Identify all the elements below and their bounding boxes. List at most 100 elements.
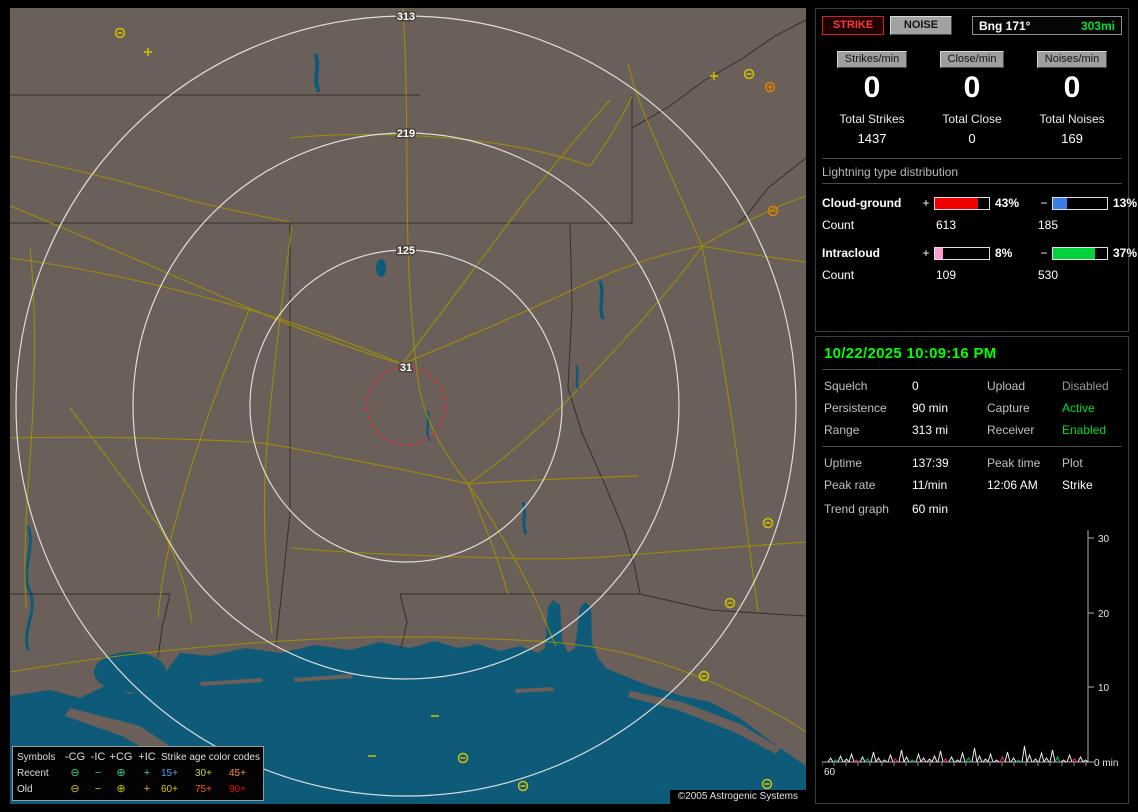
trend-tick-20: 20 xyxy=(1098,609,1110,620)
receiver-label: Receiver xyxy=(987,423,1035,437)
ic-positive-bar xyxy=(934,246,990,260)
trend-graph-row: Trend graph 60 min xyxy=(824,502,1122,516)
ic-negative-percent: 37% xyxy=(1113,246,1138,260)
receiver-value: Enabled xyxy=(1062,423,1107,437)
strikes-per-min-button[interactable]: Strikes/min xyxy=(836,51,908,68)
mode-toolbar: STRIKE NOISE Bng 171° 303mi xyxy=(822,16,1122,35)
ring-label-31: 31 xyxy=(400,362,412,374)
plot-label: Plot xyxy=(1062,456,1083,470)
strike-toggle-button[interactable]: STRIKE xyxy=(822,16,884,35)
cg-count-label: Count xyxy=(822,218,855,232)
upload-label: Upload xyxy=(987,379,1026,393)
upload-value: Disabled xyxy=(1062,379,1109,393)
capture-label: Capture xyxy=(987,401,1030,415)
cg-positive-bar xyxy=(934,196,990,210)
legend-age-header: Strike age color codes xyxy=(161,751,260,763)
legend-symbols-header: Symbols xyxy=(17,751,56,763)
trend-x-ticks xyxy=(821,762,1087,766)
peak-time-value: 12:06 AM xyxy=(987,478,1038,492)
copyright-text: ©2005 Astrogenic Systems xyxy=(669,790,806,804)
minus-sign: − xyxy=(1040,196,1048,210)
lightning-tracker-app: 313 219 125 31 Symbols -CG -IC +CG +IC S… xyxy=(0,0,1138,812)
close-counter: Close/min 0 Total Close 0 xyxy=(922,49,1022,146)
noises-counter: Noises/min 0 Total Noises 169 xyxy=(1022,49,1122,146)
legend-header-row: Symbols -CG -IC +CG +IC Strike age color… xyxy=(17,749,260,765)
trend-y-ticks xyxy=(1088,537,1094,763)
plus-sign: + xyxy=(922,246,930,260)
legend-recent-row: Recent ⊖ − ⊕ + 15+ 30+ 45+ xyxy=(17,765,259,781)
legend-recent-label: Recent xyxy=(17,767,49,779)
ic-positive-count: 109 xyxy=(936,268,957,282)
intracloud-label: Intracloud xyxy=(822,246,881,260)
squelch-label: Squelch xyxy=(824,379,868,393)
ic-negative-bar xyxy=(1052,246,1108,260)
peak-rate-label: Peak rate xyxy=(824,478,876,492)
ring-label-125: 125 xyxy=(397,245,415,257)
old-neg-ic-icon: − xyxy=(94,783,102,795)
old-neg-cg-icon: ⊖ xyxy=(70,783,80,795)
recent-pos-cg-icon: ⊕ xyxy=(116,767,126,779)
recent-pos-ic-icon: + xyxy=(143,767,151,779)
bearing-range-display: Bng 171° 303mi xyxy=(972,16,1122,35)
ic-positive-percent: 8% xyxy=(995,246,1013,260)
legend-old-row: Old ⊖ − ⊕ + 60+ 75+ 90+ xyxy=(17,781,259,797)
legend-col-neg-ic: -IC xyxy=(90,751,106,763)
recent-neg-ic-icon: − xyxy=(94,767,102,779)
peak-time-label: Peak time xyxy=(987,456,1041,470)
trend-start-label: 60 xyxy=(824,767,836,778)
cg-positive-percent: 43% xyxy=(995,196,1020,210)
range-label: Range xyxy=(824,423,860,437)
peak-rate-value: 11/min xyxy=(912,478,948,492)
minus-sign: − xyxy=(1040,246,1048,260)
cloud-ground-row: Cloud-ground + 43% − 13% xyxy=(822,192,1137,214)
old-age-codes: 60+ 75+ 90+ xyxy=(161,783,246,795)
strikes-counter: Strikes/min 0 Total Strikes 1437 xyxy=(822,49,922,146)
uptime-value: 137:39 xyxy=(912,456,949,470)
close-per-min-value: 0 xyxy=(963,71,981,104)
cloud-ground-count-row: Count 613 185 xyxy=(822,214,1122,236)
trend-spikes xyxy=(827,745,1089,763)
strikes-per-min-value: 0 xyxy=(863,71,881,104)
legend-col-pos-cg: +CG xyxy=(109,751,133,763)
total-noises-label: Total Noises xyxy=(1039,112,1105,126)
divider xyxy=(822,369,1122,370)
map-canvas: 313 219 125 31 xyxy=(10,8,806,804)
status-panel: 10/22/2025 10:09:16 PM Squelch 0 Upload … xyxy=(815,336,1129,804)
ring-label-219: 219 xyxy=(397,128,415,140)
old-pos-ic-icon: + xyxy=(143,783,151,795)
trend-tick-10: 10 xyxy=(1098,683,1110,694)
trend-axes xyxy=(822,530,1089,763)
cg-negative-count: 185 xyxy=(1038,218,1059,232)
noises-per-min-value: 0 xyxy=(1063,71,1081,104)
cg-negative-percent: 13% xyxy=(1113,196,1138,210)
cg-negative-bar xyxy=(1052,196,1108,210)
recent-age-codes: 15+ 30+ 45+ xyxy=(161,767,246,779)
persistence-value: 90 min xyxy=(912,401,949,415)
datetime-display: 10/22/2025 10:09:16 PM xyxy=(824,345,997,362)
map-legend: Symbols -CG -IC +CG +IC Strike age color… xyxy=(12,746,264,801)
uptime-label: Uptime xyxy=(824,456,863,470)
close-per-min-button[interactable]: Close/min xyxy=(939,51,1005,68)
total-strikes-value: 1437 xyxy=(857,131,887,146)
squelch-value: 0 xyxy=(912,379,919,393)
distribution-title: Lightning type distribution xyxy=(822,165,1122,184)
strike-stats-panel: STRIKE NOISE Bng 171° 303mi Strikes/min … xyxy=(815,8,1137,332)
plot-value: Strike xyxy=(1062,478,1093,492)
noises-per-min-button[interactable]: Noises/min xyxy=(1036,51,1108,68)
total-close-label: Total Close xyxy=(942,112,1002,126)
storm-range-value: 303mi xyxy=(1080,18,1115,33)
trend-tick-30: 30 xyxy=(1098,534,1110,545)
uptime-grid: Uptime 137:39 Peak time Plot Peak rate 1… xyxy=(824,456,1122,492)
capture-value: Active xyxy=(1062,401,1095,415)
old-pos-cg-icon: ⊕ xyxy=(116,783,126,795)
section-divider xyxy=(822,158,1122,159)
noise-toggle-button[interactable]: NOISE xyxy=(890,16,952,35)
lightning-map[interactable]: 313 219 125 31 Symbols -CG -IC +CG +IC S… xyxy=(10,8,806,804)
cloud-ground-label: Cloud-ground xyxy=(822,196,902,210)
range-value: 313 mi xyxy=(912,423,949,437)
ic-negative-count: 530 xyxy=(1038,268,1059,282)
recent-neg-cg-icon: ⊖ xyxy=(70,767,80,779)
receiver-status-grid: Squelch 0 Upload Disabled Persistence 90… xyxy=(824,379,1122,437)
rate-counters: Strikes/min 0 Total Strikes 1437 Close/m… xyxy=(822,49,1122,146)
total-strikes-label: Total Strikes xyxy=(839,112,905,126)
